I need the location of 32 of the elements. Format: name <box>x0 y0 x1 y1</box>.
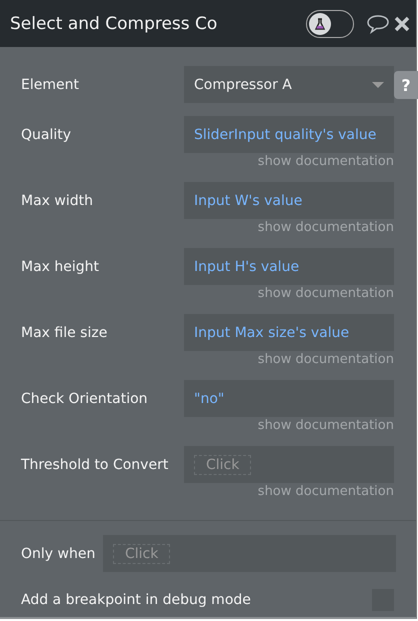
close-icon[interactable] <box>394 16 410 32</box>
documentation-link[interactable]: show documentation <box>0 153 394 182</box>
documentation-link[interactable]: show documentation <box>0 219 394 248</box>
comment-icon[interactable] <box>366 14 390 34</box>
expression-field[interactable]: Input H's value <box>184 248 394 285</box>
click-placeholder[interactable]: Click <box>194 454 252 474</box>
condition-field[interactable]: Click <box>103 535 396 572</box>
property-label: Element <box>20 76 80 92</box>
documentation-link[interactable]: show documentation <box>0 285 394 314</box>
help-button[interactable]: ? <box>394 71 418 99</box>
click-placeholder[interactable]: Click <box>113 544 170 564</box>
property-label: Max file size <box>20 324 108 340</box>
property-label: Max width <box>20 192 94 208</box>
documentation-link[interactable]: show documentation <box>0 483 394 512</box>
flask-icon <box>314 18 326 30</box>
property-label: Max height <box>20 258 100 274</box>
element-dropdown[interactable]: Compressor A <box>184 66 394 103</box>
test-mode-toggle[interactable] <box>306 10 354 38</box>
expression-field[interactable]: Input W's value <box>184 182 394 219</box>
property-label: Check Orientation <box>20 390 149 406</box>
documentation-link[interactable]: show documentation <box>0 351 394 380</box>
condition-label: Only when <box>20 546 96 562</box>
expression-field[interactable]: "no" <box>184 380 394 417</box>
caret-icon <box>372 82 384 88</box>
expression-field[interactable]: SliderInput quality's value <box>184 116 394 153</box>
checkbox-label: Add a breakpoint in debug mode <box>21 592 251 608</box>
documentation-link[interactable]: show documentation <box>0 417 394 446</box>
expression-field[interactable]: Input Max size's value <box>184 314 394 351</box>
expression-field[interactable]: Click <box>184 446 394 483</box>
property-label: Quality <box>20 126 72 142</box>
property-label: Threshold to Convert <box>20 456 170 472</box>
window-title: Select and Compress Co <box>10 14 218 34</box>
